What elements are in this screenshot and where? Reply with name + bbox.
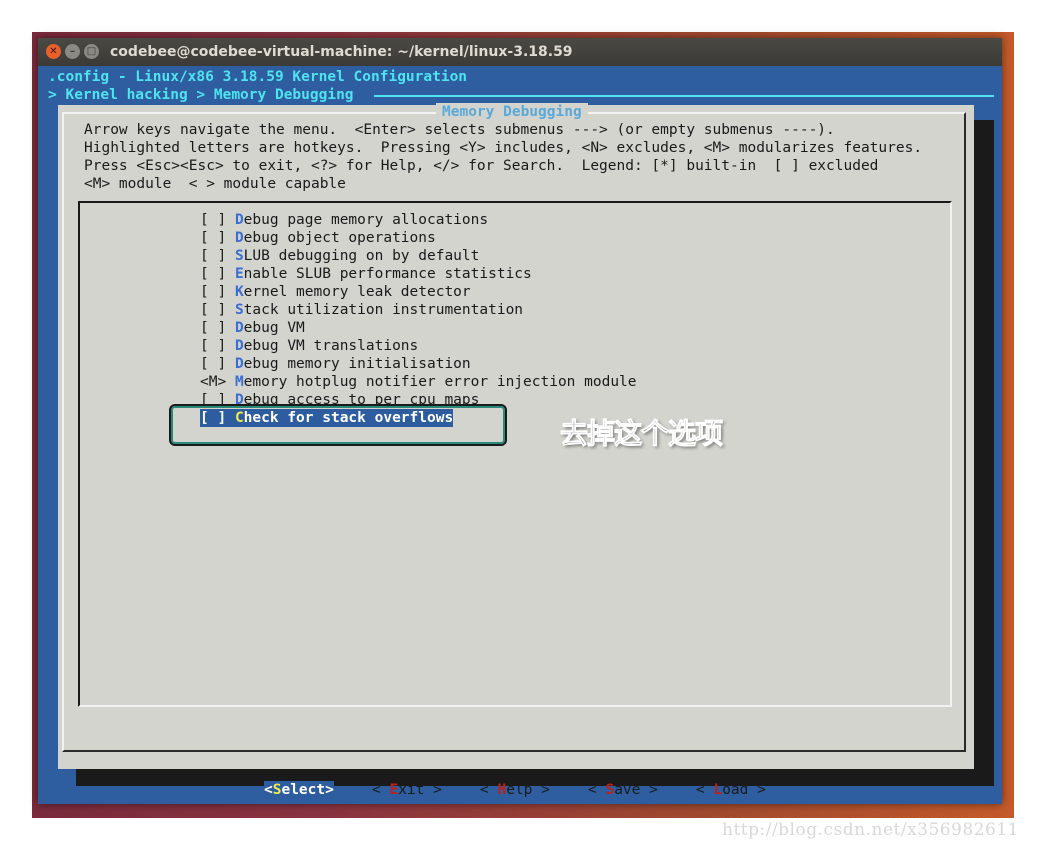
window-title: codebee@codebee-virtual-machine: ~/kerne…: [110, 44, 573, 60]
annotation-text: 去掉这个选项: [559, 417, 723, 451]
button-bracket: >: [748, 782, 766, 798]
dialog-title: Memory Debugging: [436, 103, 588, 121]
button-label: elect: [281, 782, 326, 798]
item-label: tack utilization instrumentation: [243, 302, 524, 318]
item-state: [ ]: [200, 212, 227, 228]
menu-item[interactable]: [ ] SLUB debugging on by default: [200, 247, 479, 265]
item-hotkey: D: [234, 356, 244, 372]
help-line: Highlighted letters are hotkeys. Pressin…: [84, 140, 923, 156]
item-label: ebug memory initialisation: [243, 356, 471, 372]
maximize-icon[interactable]: □: [84, 44, 99, 59]
menu-item[interactable]: [ ] Debug VM translations: [200, 337, 418, 355]
watermark: http://blog.csdn.net/x356982611: [722, 820, 1019, 840]
item-state: [ ]: [200, 356, 227, 372]
item-state: <M>: [200, 374, 227, 390]
close-icon[interactable]: ✕: [46, 44, 61, 59]
select-button[interactable]: <Select>: [264, 781, 334, 799]
annotation-highlight-box: [169, 404, 507, 446]
item-hotkey: S: [234, 302, 244, 318]
item-hotkey: S: [234, 248, 244, 264]
menu-item[interactable]: [ ] Kernel memory leak detector: [200, 283, 471, 301]
menu-item[interactable]: [ ] Enable SLUB performance statistics: [200, 265, 532, 283]
item-hotkey: D: [234, 230, 244, 246]
item-label: ebug VM: [243, 320, 305, 336]
item-state: [ ]: [200, 230, 227, 246]
load-button[interactable]: < Load >: [696, 781, 766, 799]
button-label: elp: [506, 782, 533, 798]
help-line: Press <Esc><Esc> to exit, <?> for Help, …: [84, 158, 879, 174]
button-bracket: <: [480, 782, 498, 798]
button-hotkey: S: [605, 782, 615, 798]
item-label: ernel memory leak detector: [243, 284, 471, 300]
button-label: xit: [398, 782, 425, 798]
exit-button[interactable]: < Exit >: [372, 781, 442, 799]
item-hotkey: D: [234, 212, 244, 228]
menu-item[interactable]: <M> Memory hotplug notifier error inject…: [200, 373, 637, 391]
item-state: [ ]: [200, 266, 227, 282]
button-hotkey: H: [497, 782, 507, 798]
button-label: oad: [722, 782, 749, 798]
item-hotkey: D: [234, 338, 244, 354]
item-state: [ ]: [200, 302, 227, 318]
help-button[interactable]: < Help >: [480, 781, 550, 799]
button-bracket: <: [372, 782, 390, 798]
button-hotkey: L: [713, 782, 723, 798]
config-header: .config - Linux/x86 3.18.59 Kernel Confi…: [48, 69, 468, 85]
breadcrumb: > Kernel hacking > Memory Debugging: [48, 87, 354, 103]
button-bracket: >: [640, 782, 658, 798]
help-line: <M> module < > module capable: [84, 176, 346, 192]
button-bracket: <: [696, 782, 714, 798]
minimize-icon[interactable]: –: [65, 44, 80, 59]
button-hotkey: E: [389, 782, 399, 798]
item-label: LUB debugging on by default: [243, 248, 480, 264]
item-state: [ ]: [200, 320, 227, 336]
button-bracket: >: [532, 782, 550, 798]
item-label: ebug VM translations: [243, 338, 419, 354]
button-bracket: >: [325, 782, 334, 798]
item-label: ebug object operations: [243, 230, 436, 246]
button-bracket: <: [264, 782, 273, 798]
item-hotkey: E: [234, 266, 244, 282]
item-label: nable SLUB performance statistics: [243, 266, 532, 282]
menu-item[interactable]: [ ] Debug page memory allocations: [200, 211, 488, 229]
button-bracket: <: [588, 782, 606, 798]
menu-item[interactable]: [ ] Debug memory initialisation: [200, 355, 471, 373]
item-state: [ ]: [200, 284, 227, 300]
menu-item[interactable]: [ ] Debug VM: [200, 319, 305, 337]
item-label: ebug page memory allocations: [243, 212, 489, 228]
item-hotkey: K: [234, 284, 244, 300]
help-line: Arrow keys navigate the menu. <Enter> se…: [84, 122, 835, 138]
header-rule: [374, 95, 994, 97]
item-state: [ ]: [200, 338, 227, 354]
item-state: [ ]: [200, 248, 227, 264]
item-label: emory hotplug notifier error injection m…: [243, 374, 637, 390]
button-bracket: >: [424, 782, 442, 798]
menu-item[interactable]: [ ] Stack utilization instrumentation: [200, 301, 523, 319]
menu-item[interactable]: [ ] Debug object operations: [200, 229, 436, 247]
item-hotkey: M: [234, 374, 244, 390]
save-button[interactable]: < Save >: [588, 781, 658, 799]
item-hotkey: D: [234, 320, 244, 336]
button-label: ave: [614, 782, 641, 798]
window-titlebar[interactable]: ✕ – □ codebee@codebee-virtual-machine: ~…: [38, 38, 1002, 66]
